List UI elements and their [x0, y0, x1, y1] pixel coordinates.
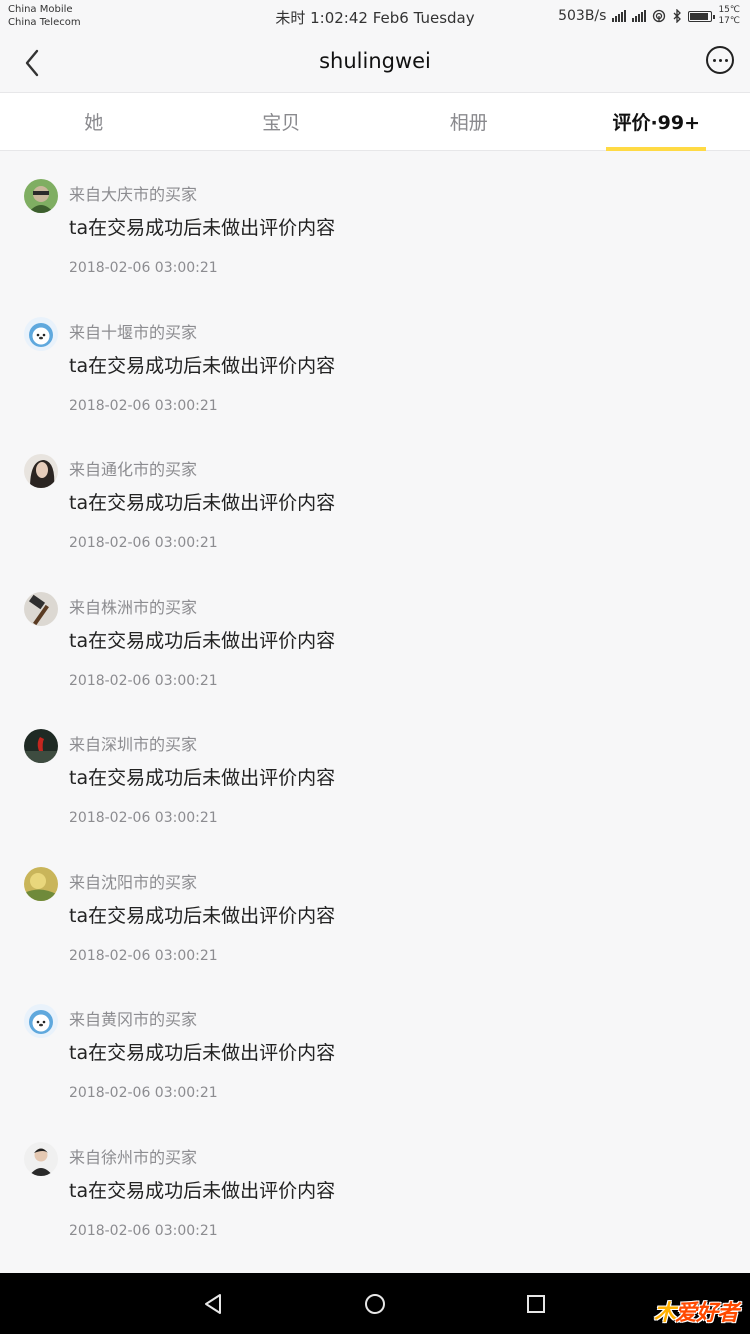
nav-home-button[interactable] [362, 1291, 388, 1317]
review-item[interactable]: 来自株洲市的买家 ta在交易成功后未做出评价内容 2018-02-06 03:0… [0, 564, 750, 702]
nav-bar: shulingwei [0, 34, 750, 92]
review-item[interactable]: 来自黄冈市的买家 ta在交易成功后未做出评价内容 2018-02-06 03:0… [0, 976, 750, 1114]
review-text: ta在交易成功后未做出评价内容 [69, 1179, 336, 1202]
net-speed: 503B/s [558, 8, 607, 24]
tab-album-label: 相册 [449, 112, 488, 134]
nav-recents-button[interactable] [523, 1291, 549, 1317]
system-nav-bar: 木爱好者 [0, 1273, 750, 1334]
temp-1: 15℃ [718, 5, 740, 15]
review-date: 2018-02-06 03:00:21 [69, 1222, 218, 1239]
review-text: ta在交易成功后未做出评价内容 [69, 904, 336, 927]
status-indicators: 503B/s 15℃ 17℃ [558, 5, 740, 27]
watermark-logo: 木爱好者 [653, 1295, 739, 1327]
review-text: ta在交易成功后未做出评价内容 [69, 354, 336, 377]
hotspot-icon [653, 9, 666, 23]
profile-tabs: 她 宝贝 相册 评价·99+ [0, 92, 750, 151]
review-date: 2018-02-06 03:00:21 [69, 397, 218, 414]
more-options-button[interactable] [706, 46, 734, 74]
avatar[interactable] [24, 454, 58, 488]
bluetooth-icon [673, 9, 682, 23]
review-text: ta在交易成功后未做出评价内容 [69, 629, 336, 652]
triangle-back-icon [205, 1294, 221, 1314]
reviewer-location: 来自徐州市的买家 [69, 1147, 198, 1167]
tab-reviews[interactable]: 评价·99+ [563, 93, 750, 151]
watermark-text: 爱好者 [674, 1301, 739, 1326]
square-recents-icon [527, 1295, 545, 1313]
review-date: 2018-02-06 03:00:21 [69, 672, 218, 689]
review-text: ta在交易成功后未做出评价内容 [69, 767, 336, 789]
avatar[interactable] [24, 866, 58, 901]
tab-items[interactable]: 宝贝 [188, 93, 376, 150]
page-title: shulingwei [319, 49, 431, 73]
review-item[interactable]: 来自十堰市的买家 ta在交易成功后未做出评价内容 2018-02-06 03:0… [0, 289, 750, 427]
review-item[interactable]: 来自深圳市的买家 ta在交易成功后未做出评价内容 2018-02-06 03:0… [0, 701, 750, 839]
signal-2-icon [632, 10, 647, 22]
temperature: 15℃ 17℃ [718, 5, 740, 27]
tab-reviews-label: 评价·99+ [612, 112, 701, 134]
reviewer-location: 来自十堰市的买家 [69, 322, 198, 342]
reviewer-location: 来自深圳市的买家 [69, 735, 198, 754]
review-date: 2018-02-06 03:00:21 [69, 947, 218, 964]
review-text: ta在交易成功后未做出评价内容 [69, 217, 336, 239]
reviewer-location: 来自黄冈市的买家 [69, 1010, 198, 1029]
review-text: ta在交易成功后未做出评价内容 [69, 492, 336, 514]
review-date: 2018-02-06 03:00:21 [69, 1085, 218, 1101]
more-dot-icon [718, 58, 722, 62]
review-item[interactable]: 来自大庆市的买家 ta在交易成功后未做出评价内容 2018-02-06 03:0… [0, 151, 750, 289]
review-item[interactable]: 来自通化市的买家 ta在交易成功后未做出评价内容 2018-02-06 03:0… [0, 426, 750, 564]
review-item[interactable]: 来自沈阳市的买家 ta在交易成功后未做出评价内容 2018-02-06 03:0… [0, 839, 750, 977]
review-text: ta在交易成功后未做出评价内容 [69, 1042, 336, 1064]
reviewer-location: 来自通化市的买家 [69, 460, 198, 479]
signal-1-icon [612, 10, 627, 22]
reviewer-location: 来自沈阳市的买家 [69, 872, 198, 892]
status-bar: China Mobile China Telecom 未时 1:02:42 Fe… [0, 0, 750, 34]
avatar[interactable] [24, 591, 58, 626]
more-dot-icon [724, 58, 728, 62]
avatar[interactable] [24, 729, 58, 763]
nav-back-button[interactable] [201, 1291, 227, 1317]
review-date: 2018-02-06 03:00:21 [69, 260, 218, 276]
avatar[interactable] [24, 1004, 58, 1038]
tab-items-label: 宝贝 [262, 112, 301, 134]
review-date: 2018-02-06 03:00:21 [69, 535, 218, 551]
battery-icon [688, 10, 716, 22]
more-dot-icon [712, 58, 716, 62]
review-date: 2018-02-06 03:00:21 [69, 810, 218, 826]
temp-2: 17℃ [718, 16, 740, 26]
tab-album[interactable]: 相册 [375, 93, 563, 150]
watermark-prefix: 木 [653, 1301, 676, 1326]
tab-her-label: 她 [84, 112, 104, 134]
review-item[interactable]: 来自徐州市的买家 ta在交易成功后未做出评价内容 2018-02-06 03:0… [0, 1114, 750, 1252]
reviewer-location: 来自大庆市的买家 [69, 185, 198, 204]
avatar[interactable] [24, 179, 58, 213]
avatar[interactable] [24, 1141, 58, 1176]
avatar[interactable] [24, 316, 58, 351]
tab-her[interactable]: 她 [0, 93, 188, 150]
review-list[interactable]: 来自大庆市的买家 ta在交易成功后未做出评价内容 2018-02-06 03:0… [0, 151, 750, 1273]
circle-home-icon [365, 1294, 385, 1314]
reviewer-location: 来自株洲市的买家 [69, 597, 198, 617]
